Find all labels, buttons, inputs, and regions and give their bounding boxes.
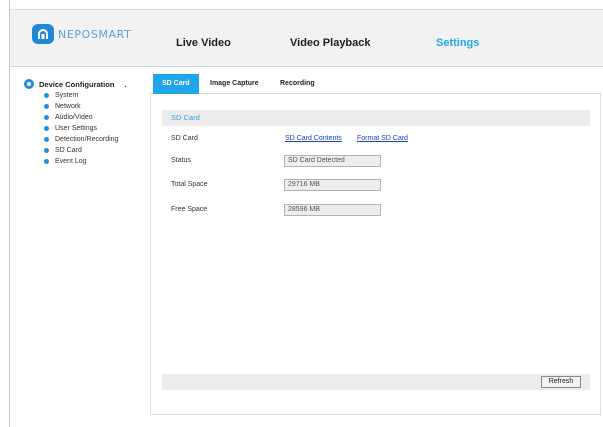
- sidebar-item-label: System: [55, 92, 79, 99]
- sidebar-header-label: Device Configuration: [39, 79, 115, 89]
- total-space-label: Total Space: [171, 181, 208, 188]
- sd-card-label: SD Card: [171, 135, 198, 142]
- section-title: SD Card: [171, 113, 200, 122]
- nav-live-video[interactable]: Live Video: [176, 37, 231, 49]
- sidebar-item-label: User Settings: [55, 125, 98, 132]
- bullet-icon: [44, 126, 49, 131]
- footer-bar: [162, 374, 590, 390]
- total-space-field: 29716 MB: [284, 179, 381, 191]
- tab-sd-card[interactable]: SD Card: [153, 74, 199, 94]
- sd-card-contents-link[interactable]: SD Card Contents: [285, 135, 342, 142]
- brand-logo: NEPOSMART: [32, 24, 131, 44]
- bullet-icon: [44, 137, 49, 142]
- sidebar-item-label: Network: [55, 103, 81, 110]
- sidebar-item-user-settings[interactable]: User Settings: [24, 123, 144, 134]
- sidebar-item-sd-card[interactable]: SD Card: [24, 145, 144, 156]
- sidebar-item-event-log[interactable]: Event Log: [24, 156, 144, 167]
- refresh-button[interactable]: Refresh: [541, 376, 581, 388]
- sidebar-item-label: SD Card: [55, 147, 82, 154]
- camera-logo-icon: [32, 24, 54, 44]
- tab-image-capture[interactable]: Image Capture: [201, 74, 268, 94]
- circle-bullet-icon: [24, 79, 34, 89]
- bullet-icon: [44, 115, 49, 120]
- sidebar-item-label: Detection/Recording: [55, 136, 119, 143]
- sidebar-item-label: Audio/Video: [55, 114, 93, 121]
- bullet-icon: [44, 93, 49, 98]
- free-space-label: Free Space: [171, 206, 208, 213]
- sidebar: Device Configuration . System Network Au…: [24, 78, 144, 167]
- sidebar-item-label: Event Log: [55, 158, 87, 165]
- section-header: SD Card: [162, 110, 590, 126]
- brand-name: NEPOSMART: [58, 27, 132, 41]
- settings-tabs: SD Card Image Capture Recording: [150, 74, 601, 94]
- free-space-field: 28596 MB: [284, 204, 381, 216]
- bullet-icon: [44, 104, 49, 109]
- tab-recording[interactable]: Recording: [271, 74, 324, 94]
- sidebar-header-trailer: .: [124, 79, 127, 89]
- bullet-icon: [44, 159, 49, 164]
- sidebar-item-audio-video[interactable]: Audio/Video: [24, 112, 144, 123]
- nav-video-playback[interactable]: Video Playback: [290, 37, 371, 49]
- sidebar-item-network[interactable]: Network: [24, 101, 144, 112]
- top-bar: NEPOSMART Live Video Video Playback Sett…: [10, 9, 603, 67]
- format-sd-card-link[interactable]: Format SD Card: [357, 135, 408, 142]
- sidebar-item-detection-recording[interactable]: Detection/Recording: [24, 134, 144, 145]
- bullet-icon: [44, 148, 49, 153]
- sidebar-header-device-configuration[interactable]: Device Configuration .: [24, 78, 144, 90]
- nav-settings[interactable]: Settings: [436, 37, 479, 49]
- status-field: SD Card Detected: [284, 155, 381, 167]
- status-label: Status: [171, 157, 191, 164]
- sidebar-item-system[interactable]: System: [24, 90, 144, 101]
